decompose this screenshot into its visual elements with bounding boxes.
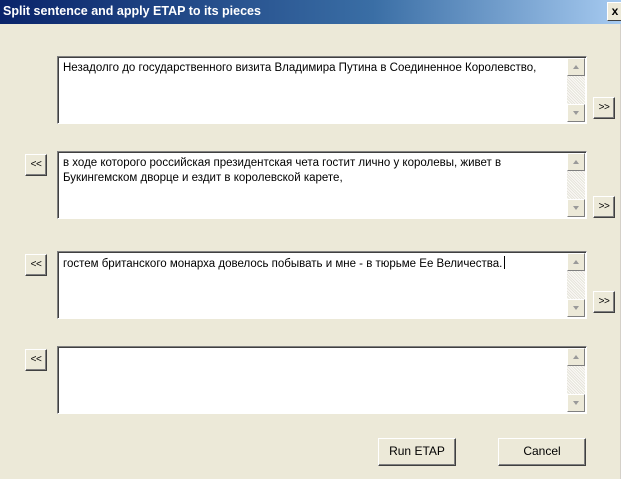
window-title: Split sentence and apply ETAP to its pie… <box>3 4 261 18</box>
scroll-down-button[interactable] <box>567 104 585 122</box>
scroll-up-button[interactable] <box>567 153 585 171</box>
split-next-button-1[interactable]: >> <box>593 97 615 119</box>
split-sentence-dialog: Split sentence and apply ETAP to its pie… <box>0 0 621 479</box>
scroll-down-button[interactable] <box>567 299 585 317</box>
scroll-down-arrow-icon <box>573 206 579 210</box>
piece-3-scrollbar[interactable] <box>567 253 585 317</box>
merge-prev-button-2[interactable]: << <box>25 154 47 176</box>
piece-2-scrollbar[interactable] <box>567 153 585 217</box>
scroll-down-arrow-icon <box>573 401 579 405</box>
scroll-up-button[interactable] <box>567 58 585 76</box>
piece-1-scrollbar[interactable] <box>567 58 585 122</box>
merge-prev-button-3[interactable]: << <box>25 254 47 276</box>
piece-text-2: в ходе которого российская президентская… <box>63 157 505 184</box>
text-caret <box>504 256 506 269</box>
scroll-down-button[interactable] <box>567 199 585 217</box>
scroll-up-button[interactable] <box>567 253 585 271</box>
piece-4-scrollbar[interactable] <box>567 348 585 412</box>
split-next-button-3[interactable]: >> <box>593 291 615 313</box>
scroll-down-arrow-icon <box>573 111 579 115</box>
scroll-down-arrow-icon <box>573 306 579 310</box>
merge-prev-button-4[interactable]: << <box>25 349 47 371</box>
piece-textbox-1[interactable]: Незадолго до государственного визита Вла… <box>57 56 587 124</box>
scroll-up-button[interactable] <box>567 348 585 366</box>
split-next-button-2[interactable]: >> <box>593 196 615 218</box>
piece-text-3: гостем британского монарха довелось побы… <box>63 256 563 272</box>
piece-textbox-3[interactable]: гостем британского монарха довелось побы… <box>57 251 587 319</box>
scroll-up-arrow-icon <box>573 355 579 359</box>
scroll-up-arrow-icon <box>573 160 579 164</box>
piece-text-3-value: гостем британского монарха довелось побы… <box>63 258 503 270</box>
run-etap-button[interactable]: Run ETAP <box>378 438 456 466</box>
scroll-up-arrow-icon <box>573 65 579 69</box>
cancel-button[interactable]: Cancel <box>498 438 586 466</box>
title-bar[interactable]: Split sentence and apply ETAP to its pie… <box>0 0 621 24</box>
piece-textbox-4[interactable] <box>57 346 587 414</box>
piece-textbox-2[interactable]: в ходе которого российская президентская… <box>57 151 587 219</box>
piece-text-1: Незадолго до государственного визита Вла… <box>63 62 537 74</box>
close-button[interactable]: x <box>607 2 621 21</box>
scroll-up-arrow-icon <box>573 260 579 264</box>
scroll-down-button[interactable] <box>567 394 585 412</box>
